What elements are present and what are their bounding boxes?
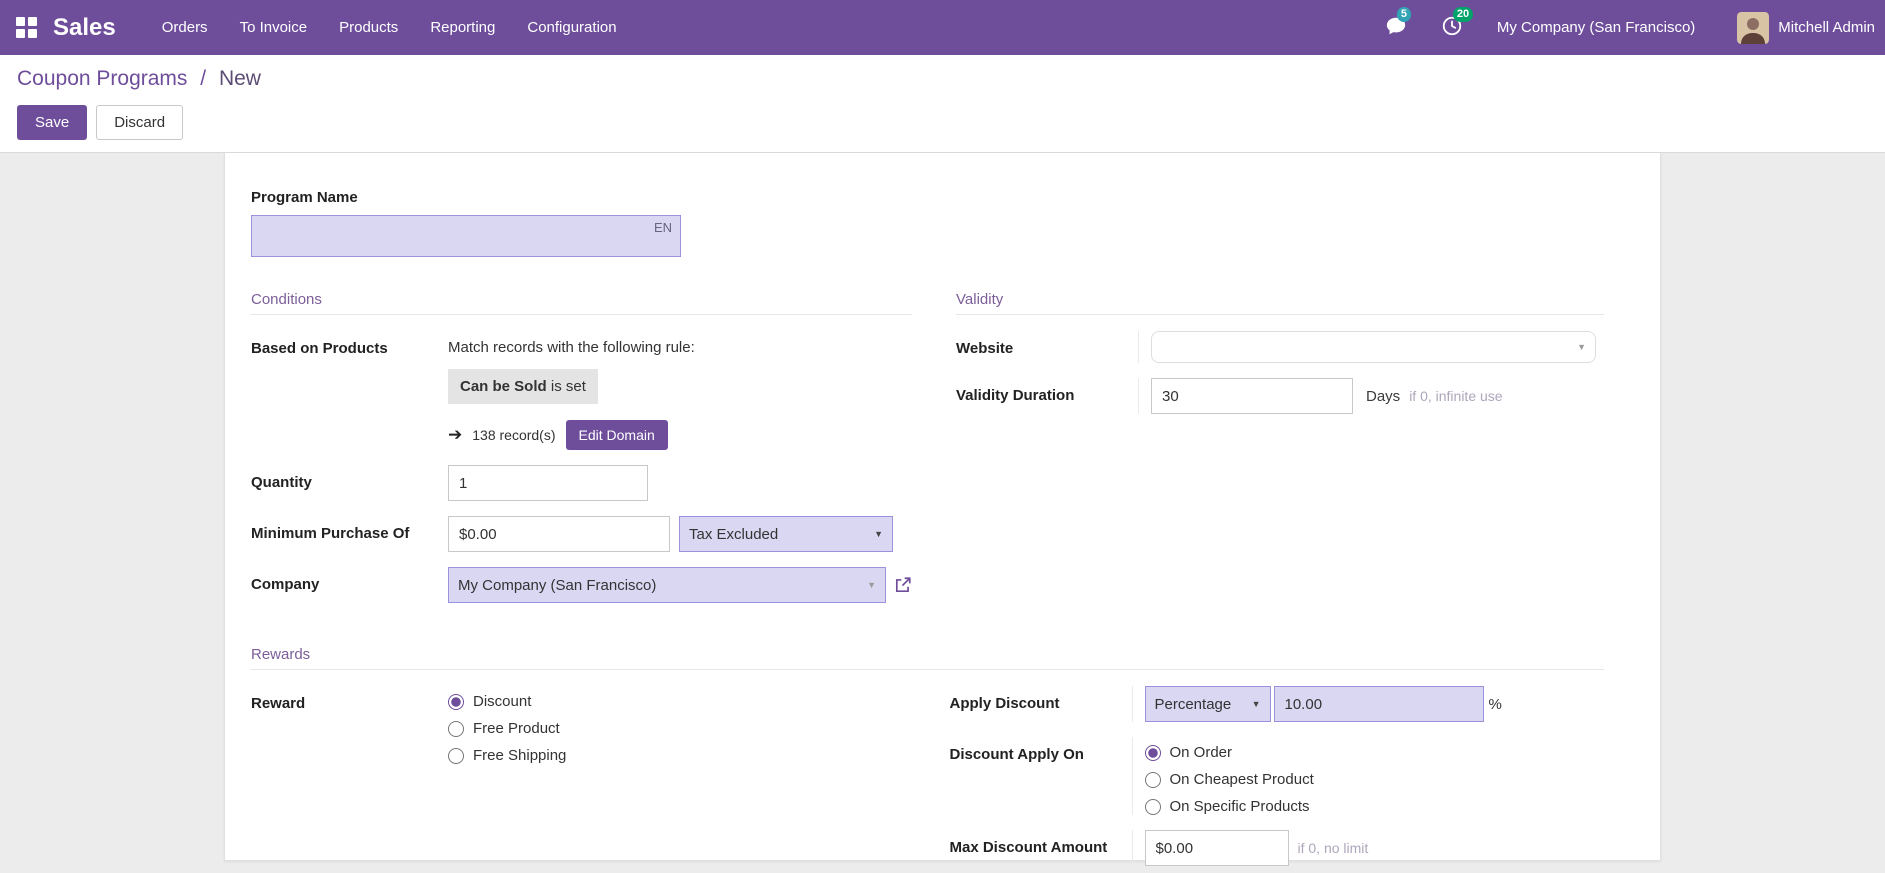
nav-item-to-invoice[interactable]: To Invoice [224, 0, 324, 55]
max-discount-input[interactable] [1144, 830, 1289, 866]
duration-unit: Days [1366, 387, 1401, 405]
main-menu: Orders To Invoice Products Reporting Con… [146, 0, 633, 55]
nav-item-orders[interactable]: Orders [146, 0, 224, 55]
messages-button[interactable]: 5 [1385, 6, 1412, 41]
website-label: Website [956, 340, 1014, 357]
apply-on-option-specific[interactable]: On Specific Products [1144, 798, 1605, 815]
reward-radio-free-product[interactable] [448, 720, 464, 737]
chevron-down-icon: ▼ [867, 580, 876, 590]
domain-rule-operator: is set [550, 378, 586, 395]
validity-duration-input[interactable] [1151, 378, 1353, 414]
breadcrumb-separator: / [200, 67, 207, 90]
reward-option-discount[interactable]: Discount [448, 693, 906, 710]
program-name-label: Program Name [251, 189, 358, 206]
nav-item-configuration[interactable]: Configuration [511, 0, 632, 55]
apply-on-radio-cheapest[interactable] [1144, 771, 1161, 788]
based-on-products-label: Based on Products [251, 340, 388, 357]
company-select[interactable]: My Company (San Francisco) ▼ [448, 567, 886, 603]
translation-lang-tag[interactable]: EN [654, 220, 672, 235]
max-discount-hint: if 0, no limit [1297, 840, 1369, 856]
website-select[interactable]: ▼ [1151, 331, 1596, 363]
company-switcher[interactable]: My Company (San Francisco) [1497, 19, 1695, 36]
reward-option-free-product[interactable]: Free Product [448, 720, 906, 737]
app-name[interactable]: Sales [53, 14, 116, 42]
max-discount-label: Max Discount Amount [949, 839, 1108, 856]
tax-mode-value: Tax Excluded [689, 525, 779, 543]
apply-on-radio-specific[interactable] [1144, 798, 1161, 815]
records-count[interactable]: 138 record(s) [472, 427, 555, 443]
apps-menu-icon[interactable] [16, 17, 37, 38]
quantity-input[interactable] [448, 465, 648, 501]
nav-item-products[interactable]: Products [323, 0, 414, 55]
edit-domain-button[interactable]: Edit Domain [565, 420, 668, 450]
company-value: My Company (San Francisco) [458, 576, 657, 594]
apply-on-option-on-order[interactable]: On Order [1144, 744, 1605, 761]
reward-radio-group: Discount Free Product Free Shipping [448, 686, 906, 764]
control-panel: Coupon Programs / New Save Discard [0, 55, 1885, 153]
save-button[interactable]: Save [17, 105, 88, 140]
external-link-icon[interactable] [894, 576, 912, 594]
domain-rule-field: Can be Sold [460, 378, 547, 395]
domain-rule-chip[interactable]: Can be Sold is set [448, 369, 598, 404]
duration-hint: if 0, infinite use [1409, 388, 1503, 404]
chevron-down-icon: ▼ [1251, 699, 1261, 709]
messages-badge: 5 [1396, 6, 1412, 22]
discount-apply-on-label: Discount Apply On [949, 746, 1084, 763]
validity-duration-label: Validity Duration [956, 387, 1075, 404]
discount-value-input[interactable] [1273, 686, 1484, 722]
company-label: Company [251, 576, 320, 593]
chevron-down-icon: ▼ [874, 529, 883, 539]
user-name: Mitchell Admin [1778, 19, 1875, 36]
top-nav: Sales Orders To Invoice Products Reporti… [0, 0, 1885, 55]
minimum-purchase-label: Minimum Purchase Of [251, 525, 410, 542]
breadcrumb-parent-link[interactable]: Coupon Programs [17, 67, 187, 90]
discount-mode-select[interactable]: Percentage ▼ [1144, 686, 1271, 722]
domain-rule-hint: Match records with the following rule: [448, 339, 695, 356]
chevron-down-icon: ▼ [1577, 342, 1586, 352]
apply-discount-label: Apply Discount [949, 695, 1060, 712]
activities-badge: 20 [1452, 6, 1474, 22]
conditions-section-title: Conditions [251, 291, 912, 315]
reward-label: Reward [251, 695, 306, 712]
validity-section-title: Validity [956, 291, 1604, 315]
content-area: Program Name EN Conditions Based on Prod… [0, 153, 1885, 869]
apply-on-option-cheapest[interactable]: On Cheapest Product [1144, 771, 1605, 788]
program-name-input[interactable] [251, 215, 681, 257]
minimum-purchase-input[interactable] [448, 516, 670, 552]
nav-item-reporting[interactable]: Reporting [414, 0, 511, 55]
rewards-section-title: Rewards [251, 646, 1604, 670]
breadcrumb-current: New [218, 67, 261, 90]
discount-apply-on-radio-group: On Order On Cheapest Product On Specific… [1131, 737, 1605, 815]
discount-mode-value: Percentage [1154, 695, 1232, 713]
avatar [1737, 11, 1770, 44]
apply-on-radio-on-order[interactable] [1144, 744, 1161, 761]
breadcrumb: Coupon Programs / New [17, 67, 1868, 91]
reward-radio-discount[interactable] [448, 693, 464, 710]
tax-mode-select[interactable]: Tax Excluded ▼ [679, 516, 893, 552]
form-sheet: Program Name EN Conditions Based on Prod… [224, 153, 1661, 866]
activities-button[interactable]: 20 [1441, 6, 1474, 41]
discard-button[interactable]: Discard [96, 105, 184, 140]
quantity-label: Quantity [251, 474, 312, 491]
discount-suffix: % [1488, 695, 1502, 713]
reward-radio-free-shipping[interactable] [448, 747, 464, 764]
reward-option-free-shipping[interactable]: Free Shipping [448, 747, 906, 764]
arrow-right-icon: ➔ [448, 425, 463, 444]
user-menu[interactable]: Mitchell Admin [1737, 11, 1875, 44]
